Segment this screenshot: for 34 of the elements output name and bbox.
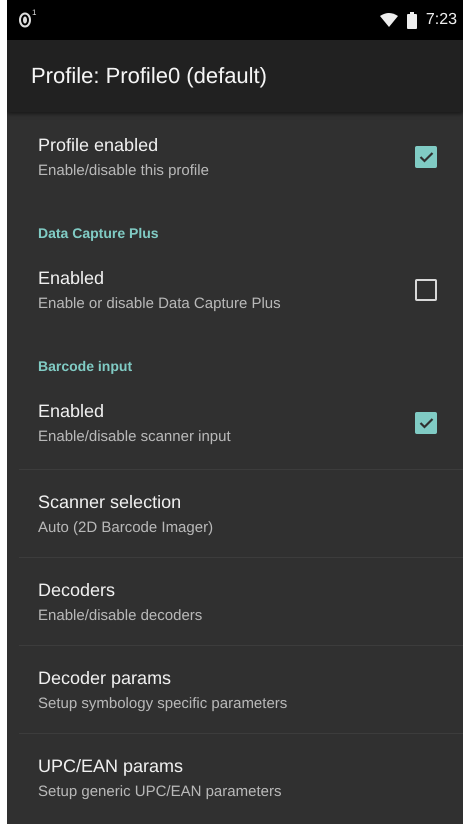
clock-time: 7:23: [426, 11, 457, 29]
check-icon: [418, 151, 434, 163]
screen-title: Profile: Profile0 (default): [31, 63, 267, 89]
wifi-icon: [380, 13, 398, 27]
setting-summary: Enable or disable Data Capture Plus: [38, 295, 281, 312]
check-icon: [418, 417, 434, 429]
setting-item[interactable]: Decoder params Setup symbology specific parameters: [19, 645, 463, 733]
setting-title: Enabled: [38, 268, 106, 289]
setting-summary: Auto (2D Barcode Imager): [38, 519, 214, 536]
setting-title: Scanner selection: [38, 492, 182, 513]
checkbox[interactable]: [415, 146, 437, 168]
setting-summary: Setup generic UPC/EAN parameters: [38, 783, 282, 800]
notification-count: 1: [32, 8, 36, 17]
setting-summary: Enable/disable decoders: [38, 607, 202, 624]
checkbox-setting[interactable]: Enabled Enable or disable Data Capture Plus: [19, 245, 463, 336]
setting-summary: Enable/disable scanner input: [38, 428, 231, 445]
battery-icon: [406, 12, 417, 28]
setting-title: Enabled: [38, 401, 106, 422]
section-header: Data Capture Plus: [37, 224, 160, 243]
setting-title: Decoder params: [38, 668, 172, 689]
scanner-icon: [19, 12, 31, 28]
setting-title: UPC/EAN params: [38, 756, 184, 777]
setting-summary: Setup symbology specific parameters: [38, 695, 288, 712]
setting-item[interactable]: Scanner selection Auto (2D Barcode Imager): [19, 469, 463, 557]
setting-item[interactable]: Decoders Enable/disable decoders: [19, 557, 463, 645]
checkbox[interactable]: [415, 279, 437, 301]
checkbox[interactable]: [415, 412, 437, 434]
setting-title: Profile enabled: [38, 135, 160, 156]
checkbox-setting[interactable]: Profile enabled Enable/disable this profile: [19, 112, 463, 203]
setting-title: Decoders: [38, 580, 116, 601]
setting-summary: Enable/disable this profile: [38, 162, 209, 179]
section-header: Barcode input: [37, 357, 134, 376]
checkbox-setting[interactable]: Enabled Enable/disable scanner input: [19, 378, 463, 469]
setting-item[interactable]: UPC/EAN params Setup generic UPC/EAN parameters: [19, 733, 463, 821]
